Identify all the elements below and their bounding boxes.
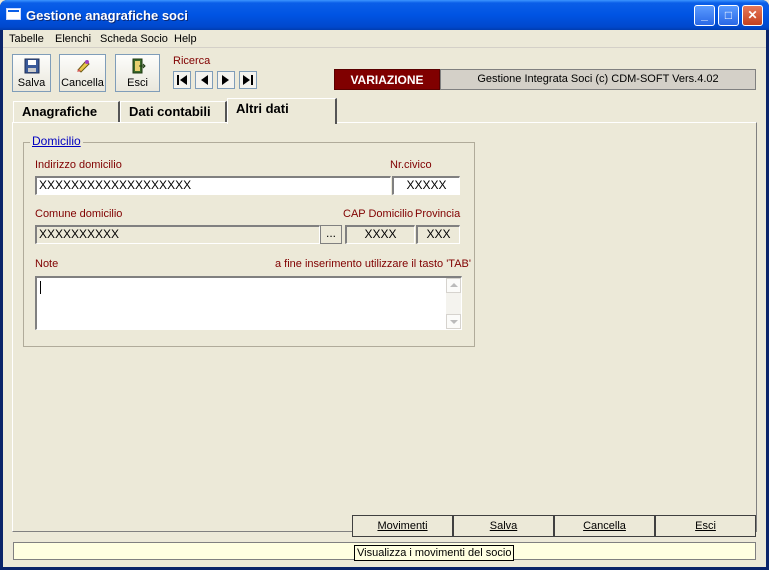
toolbar-delete-button[interactable]: Cancella <box>59 54 106 92</box>
nav-first-button[interactable] <box>173 71 191 89</box>
indirizzo-field[interactable]: XXXXXXXXXXXXXXXXXXX <box>35 176 391 195</box>
toolbar-save-label: Salva <box>17 77 46 89</box>
tab-dati-contabili[interactable]: Dati contabili <box>120 101 227 123</box>
nav-previous-button[interactable] <box>195 71 213 89</box>
note-hint: a fine inserimento utilizzare il tasto '… <box>275 258 471 270</box>
maximize-button[interactable]: □ <box>718 5 739 26</box>
search-label: Ricerca <box>173 55 211 67</box>
footer-cancella-button[interactable]: Cancella <box>554 515 655 537</box>
exit-door-icon <box>132 58 146 74</box>
footer-esci-button[interactable]: Esci <box>655 515 756 537</box>
app-window-icon <box>6 8 21 20</box>
menu-bar: Tabelle Elenchi Scheda Socio Help <box>3 30 766 48</box>
civico-label: Nr.civico <box>390 159 432 171</box>
mode-status-badge: VARIAZIONE <box>334 69 440 90</box>
toolbar-delete-label: Cancella <box>61 77 104 89</box>
menu-tabelle[interactable]: Tabelle <box>9 33 44 45</box>
close-button[interactable]: ✕ <box>742 5 763 26</box>
domicilio-legend: Domicilio <box>30 134 83 148</box>
app-version-label: Gestione Integrata Soci (c) CDM-SOFT Ver… <box>440 69 756 90</box>
scroll-down-icon[interactable] <box>446 314 461 329</box>
eraser-pencil-icon <box>76 60 90 73</box>
footer-salva-button[interactable]: Salva <box>453 515 554 537</box>
title-bar[interactable]: Gestione anagrafiche soci _ □ ✕ <box>0 0 769 30</box>
civico-field[interactable]: XXXXX <box>392 176 460 195</box>
tab-altri-dati[interactable]: Altri dati <box>227 98 337 124</box>
menu-scheda-socio[interactable]: Scheda Socio <box>100 33 168 45</box>
nav-last-button[interactable] <box>239 71 257 89</box>
window-title: Gestione anagrafiche soci <box>26 8 188 23</box>
toolbar-exit-label: Esci <box>127 77 148 89</box>
footer-movimenti-button[interactable]: Movimenti <box>352 515 453 537</box>
indirizzo-label: Indirizzo domicilio <box>35 159 122 171</box>
window-client-area: Tabelle Elenchi Scheda Socio Help Salva … <box>3 30 766 567</box>
comune-field: XXXXXXXXXX <box>35 225 320 244</box>
text-caret <box>40 281 41 294</box>
menu-help[interactable]: Help <box>174 33 197 45</box>
note-textarea[interactable] <box>35 276 462 330</box>
scroll-up-icon[interactable] <box>446 278 461 293</box>
previous-record-icon <box>201 75 208 85</box>
floppy-disk-icon <box>24 58 39 74</box>
provincia-field: XXX <box>416 225 460 244</box>
status-tooltip: Visualizza i movimenti del socio <box>354 545 515 561</box>
comune-label: Comune domicilio <box>35 208 123 220</box>
cap-field: XXXX <box>345 225 415 244</box>
tab-anagrafiche[interactable]: Anagrafiche <box>13 101 120 123</box>
nav-next-button[interactable] <box>217 71 235 89</box>
cap-label: CAP Domicilio <box>343 208 414 220</box>
menu-elenchi[interactable]: Elenchi <box>55 33 91 45</box>
last-record-icon <box>243 75 253 85</box>
note-scrollbar[interactable] <box>446 278 461 329</box>
toolbar-save-button[interactable]: Salva <box>12 54 51 92</box>
first-record-icon <box>177 75 187 85</box>
minimize-button[interactable]: _ <box>694 5 715 26</box>
main-window: Gestione anagrafiche soci _ □ ✕ Tabelle … <box>0 0 769 570</box>
next-record-icon <box>222 75 229 85</box>
comune-browse-button[interactable]: ... <box>320 225 342 244</box>
toolbar-exit-button[interactable]: Esci <box>115 54 160 92</box>
note-label: Note <box>35 258 59 270</box>
provincia-label: Provincia <box>415 208 461 220</box>
